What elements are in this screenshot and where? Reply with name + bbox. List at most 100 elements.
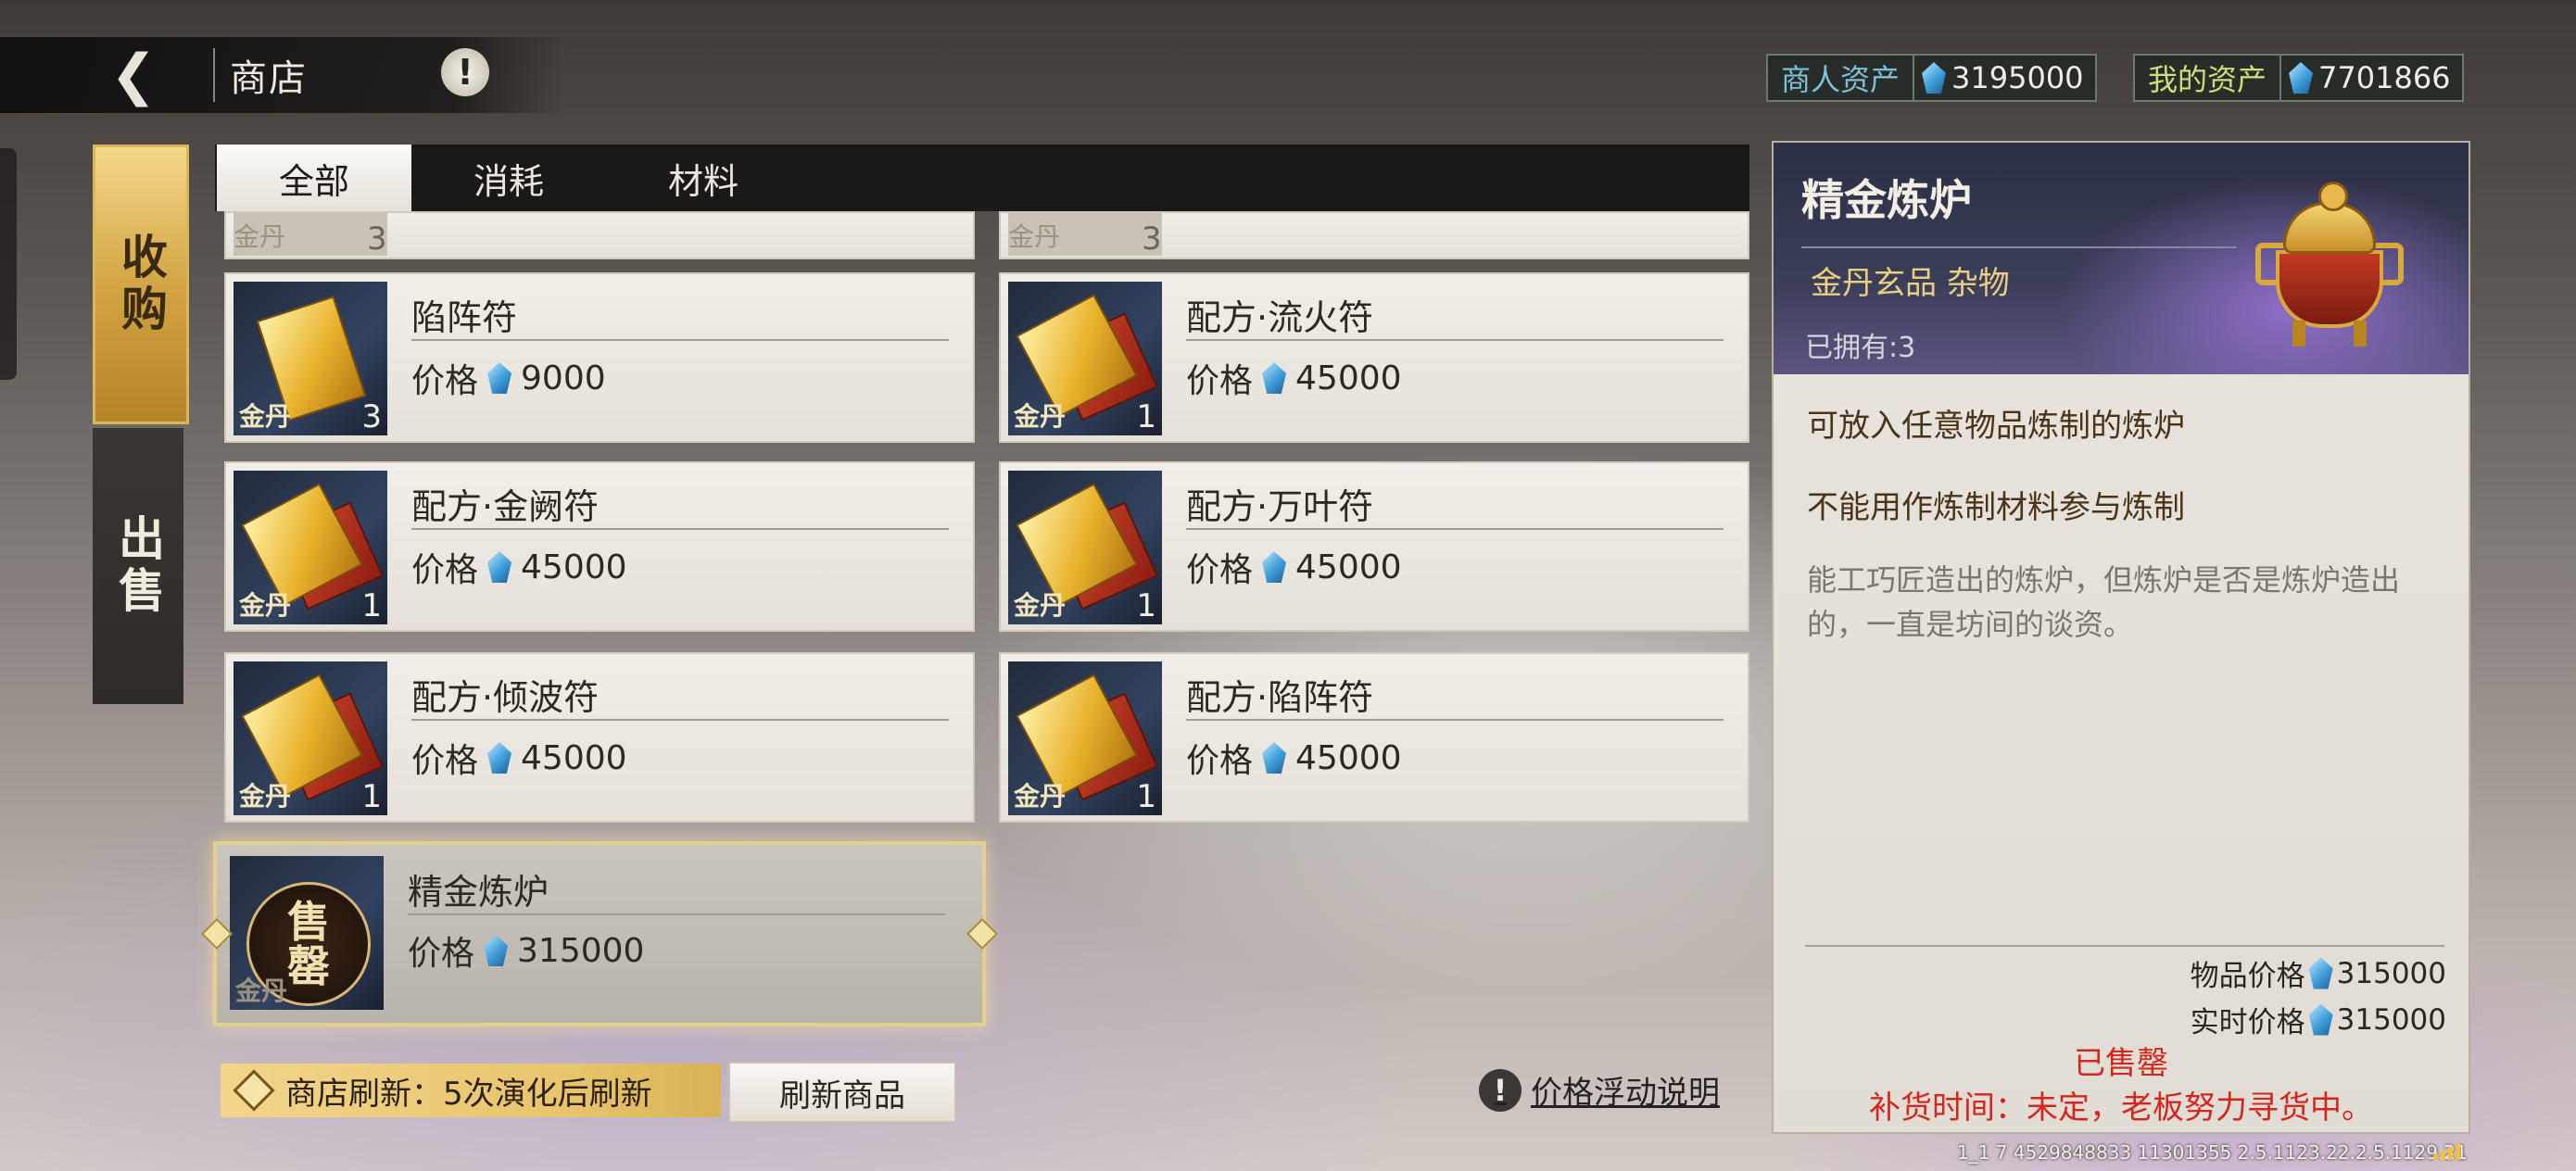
info-icon[interactable]: ! — [441, 48, 489, 96]
tab-materials[interactable]: 材料 — [606, 145, 801, 211]
item-price: 价格 45000 — [1186, 734, 1402, 782]
item-grade: 金丹 — [1008, 221, 1061, 252]
item-price-value: 45000 — [1295, 359, 1402, 397]
selection-diamond-icon — [201, 918, 233, 950]
item-price: 价格 9000 — [411, 354, 606, 402]
item-name: 配方·陷阵符 — [1186, 677, 1374, 718]
signal-icon — [2433, 1143, 2460, 1160]
spirit-stone-icon — [487, 551, 512, 583]
item-divider — [1186, 528, 1724, 530]
item-grade: 金丹 — [239, 590, 292, 621]
spirit-stone-icon — [487, 742, 512, 774]
item-count: 1 — [361, 587, 382, 624]
realtime-price-label: 实时价格 — [2190, 1006, 2305, 1039]
item-name: 配方·万叶符 — [1186, 486, 1374, 527]
item-name: 配方·金阙符 — [411, 486, 600, 527]
item-grade: 金丹 — [1014, 401, 1067, 432]
my-assets-value: 7701866 — [2318, 60, 2451, 95]
build-info-text: 1_1 7 4529848833 11301355 2.5.1123.22.2.… — [1957, 1141, 2468, 1164]
detail-desc-usage: 可放入任意物品炼制的炼炉 — [1807, 408, 2185, 445]
item-price-label: 价格 — [1186, 551, 1254, 589]
item-card-selected[interactable]: 售 罄 金丹 精金炼炉 价格 315000 — [201, 841, 998, 1026]
spirit-stone-icon — [2308, 957, 2333, 989]
item-grade: 金丹 — [1014, 590, 1067, 621]
selection-diamond-icon — [966, 918, 998, 950]
item-price-label: 价格 — [408, 935, 475, 973]
item-card[interactable]: 金丹 1 配方·陷阵符 价格 45000 — [999, 652, 1749, 823]
item-card[interactable]: 金丹 3 陷阵符 价格 9000 — [224, 272, 975, 443]
item-card-partial[interactable]: 金丹 3 — [999, 211, 1749, 259]
item-count: 1 — [1136, 587, 1156, 624]
recipe-scroll-icon: 金丹 1 — [234, 471, 387, 624]
furnace-thumb-icon: 售 罄 金丹 — [230, 856, 384, 1010]
item-card[interactable]: 金丹 1 配方·流火符 价格 45000 — [999, 272, 1749, 443]
tab-buy-label: 收购 — [114, 233, 168, 336]
item-price-value: 45000 — [1295, 738, 1402, 777]
price-fluctuation-help-link[interactable]: ! 价格浮动说明 — [1479, 1067, 1720, 1113]
spirit-stone-icon — [1922, 62, 1947, 94]
refresh-goods-button[interactable]: 刷新商品 — [728, 1062, 956, 1123]
tab-sell[interactable]: 出售 — [93, 428, 183, 704]
spirit-stone-icon — [2308, 1003, 2333, 1036]
merchant-assets: 商人资产 3195000 — [1766, 54, 2097, 102]
item-price-label: 价格 — [411, 551, 479, 589]
item-name: 精金炼炉 — [408, 872, 549, 913]
item-price-row: 物品价格 315000 — [2191, 952, 2446, 994]
detail-owned-count: 已拥有:3 — [1805, 332, 1916, 364]
item-count: 3 — [361, 398, 382, 435]
detail-price-divider — [1805, 945, 2444, 947]
item-price-label: 价格 — [411, 362, 479, 400]
item-divider — [411, 528, 949, 530]
item-price-value: 45000 — [521, 738, 627, 777]
item-price-value: 315000 — [2336, 956, 2446, 990]
item-price-value: 45000 — [1295, 548, 1402, 586]
item-price: 价格 45000 — [411, 734, 627, 782]
item-divider — [1186, 719, 1724, 721]
item-price-value: 315000 — [517, 931, 645, 970]
item-detail-panel: 精金炼炉 金丹玄品 杂物 已拥有:3 可放入任意物品炼制的炼炉 不能用作炼制材料… — [1772, 141, 2470, 1134]
diamond-icon — [233, 1069, 275, 1112]
item-count: 1 — [361, 778, 382, 815]
recipe-scroll-icon: 金丹 1 — [1008, 661, 1162, 815]
spirit-stone-icon — [487, 362, 512, 394]
shop-refresh-text: 商店刷新：5次演化后刷新 — [285, 1075, 652, 1113]
sold-out-text: 已售罄 — [2074, 1045, 2168, 1082]
item-card[interactable]: 金丹 1 配方·金阙符 价格 45000 — [224, 461, 975, 632]
item-count: 3 — [367, 220, 387, 258]
tab-consumables[interactable]: 消耗 — [411, 145, 606, 211]
tab-all[interactable]: 全部 — [217, 145, 411, 211]
item-count: 3 — [1142, 220, 1162, 258]
item-grade: 金丹 — [1014, 781, 1067, 812]
restock-time-text: 补货时间：未定，老板努力寻货中。 — [1869, 1089, 2373, 1127]
item-grade: 金丹 — [235, 976, 288, 1006]
item-card-partial[interactable]: 金丹 3 — [224, 211, 975, 259]
furnace-icon — [2255, 176, 2404, 352]
my-assets-label: 我的资产 — [2135, 56, 2282, 100]
realtime-price-row: 实时价格 315000 — [2191, 999, 2446, 1040]
detail-flavor-text: 能工巧匠造出的炼炉，但炼炉是否是炼炉造出的，一直是坊间的谈资。 — [1807, 562, 2401, 642]
item-price-label: 价格 — [1186, 362, 1254, 400]
recipe-scroll-icon: 金丹 1 — [1008, 471, 1162, 624]
tab-buy[interactable]: 收购 — [93, 145, 189, 424]
left-edge-handle — [0, 148, 17, 380]
detail-divider — [1801, 246, 2237, 248]
my-assets: 我的资产 7701866 — [2133, 54, 2464, 102]
detail-desc-restriction: 不能用作炼制材料参与炼制 — [1807, 489, 2185, 526]
info-icon: ! — [1479, 1068, 1522, 1112]
item-price-label: 价格 — [1186, 742, 1254, 780]
item-card[interactable]: 金丹 1 配方·万叶符 价格 45000 — [999, 461, 1749, 632]
item-price-value: 45000 — [521, 548, 627, 586]
back-arrow-icon[interactable]: ❮ — [96, 37, 170, 113]
detail-header: 精金炼炉 金丹玄品 杂物 已拥有:3 — [1774, 143, 2469, 374]
item-card[interactable]: 金丹 1 配方·倾波符 价格 45000 — [224, 652, 975, 823]
merchant-assets-value: 3195000 — [1951, 60, 2084, 95]
category-tabs: 全部 消耗 材料 — [215, 145, 1749, 211]
detail-item-name: 精金炼炉 — [1801, 175, 1972, 225]
item-divider — [411, 719, 949, 721]
item-price-label: 价格 — [411, 742, 479, 780]
spirit-stone-icon — [1262, 551, 1287, 583]
sold-stamp-top: 售 — [287, 896, 330, 947]
spirit-stone-icon — [1262, 742, 1287, 774]
merchant-assets-label: 商人资产 — [1768, 56, 1915, 100]
page-title: 商店 — [230, 57, 308, 100]
